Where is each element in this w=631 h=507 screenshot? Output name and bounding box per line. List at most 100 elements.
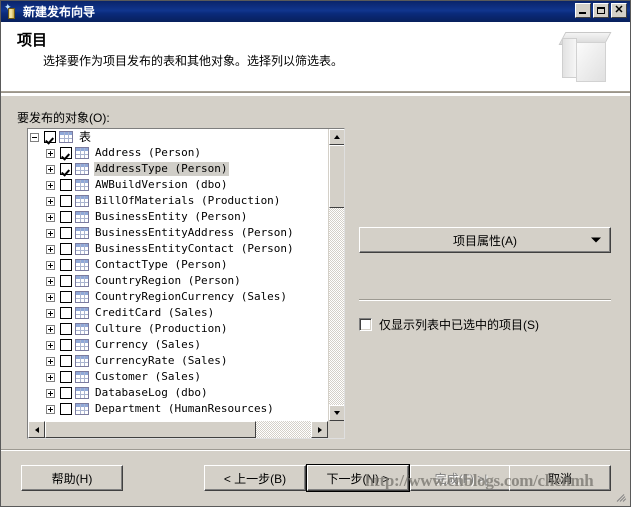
- tree-item[interactable]: Currency (Sales): [28, 337, 328, 353]
- tree-checkbox[interactable]: [60, 195, 72, 207]
- tree-item[interactable]: AddressType (Person): [28, 161, 328, 177]
- scroll-down-button[interactable]: [329, 405, 344, 421]
- scroll-up-button[interactable]: [329, 129, 344, 145]
- tree-checkbox[interactable]: [60, 243, 72, 255]
- objects-tree-panel[interactable]: 表 Address (Person) AddressType (Person) AW…: [27, 128, 345, 439]
- help-button[interactable]: 帮助(H): [21, 465, 123, 491]
- tree-item[interactable]: Address (Person): [28, 145, 328, 161]
- expander-icon[interactable]: [46, 164, 55, 174]
- resize-grip-icon[interactable]: [614, 490, 628, 504]
- minimize-button[interactable]: [575, 3, 591, 18]
- expander-icon[interactable]: [46, 196, 55, 206]
- scrollbar-corner: [328, 421, 344, 438]
- expander-icon[interactable]: [46, 228, 55, 238]
- horizontal-scroll-thumb[interactable]: [45, 421, 256, 438]
- expander-icon[interactable]: [46, 148, 55, 158]
- tree-item[interactable]: BusinessEntityAddress (Person): [28, 225, 328, 241]
- watermark-text: http://www.cnblogs.com/chenmh: [365, 471, 594, 490]
- scroll-right-button[interactable]: [311, 421, 328, 438]
- expander-icon[interactable]: [46, 404, 55, 414]
- vertical-scroll-thumb[interactable]: [329, 145, 344, 208]
- tree-item[interactable]: BusinessEntity (Person): [28, 209, 328, 225]
- tree-item-label: CurrencyRate (Sales): [95, 354, 228, 367]
- tree-item-label: CountryRegionCurrency (Sales): [95, 290, 288, 303]
- tree-checkbox[interactable]: [60, 339, 72, 351]
- back-label: < 上一步(B): [223, 471, 287, 486]
- help-label: 帮助(H): [51, 471, 93, 486]
- tree-item[interactable]: BillOfMaterials (Production): [28, 193, 328, 209]
- tree-checkbox[interactable]: [60, 275, 72, 287]
- table-icon: [75, 227, 89, 239]
- table-icon: [75, 307, 89, 319]
- table-icon: [75, 371, 89, 383]
- tree-root-tables[interactable]: 表: [28, 129, 328, 145]
- expander-icon[interactable]: [46, 308, 55, 318]
- tree-checkbox[interactable]: [44, 131, 56, 143]
- expander-icon[interactable]: [46, 388, 55, 398]
- tree-item-label: BillOfMaterials (Production): [95, 194, 281, 207]
- maximize-button[interactable]: [593, 3, 609, 18]
- table-icon: [75, 355, 89, 367]
- tree-root-label: 表: [79, 130, 92, 144]
- expander-icon[interactable]: [46, 324, 55, 334]
- tree-item[interactable]: AWBuildVersion (dbo): [28, 177, 328, 193]
- tree-item-label: Department (HumanResources): [95, 402, 274, 415]
- tree-checkbox[interactable]: [60, 307, 72, 319]
- tree-checkbox[interactable]: [60, 403, 72, 415]
- tree-item[interactable]: CurrencyRate (Sales): [28, 353, 328, 369]
- tree-item[interactable]: Culture (Production): [28, 321, 328, 337]
- tree-checkbox[interactable]: [60, 355, 72, 367]
- expander-icon[interactable]: [46, 244, 55, 254]
- tree-vertical-scrollbar[interactable]: [328, 129, 344, 421]
- table-icon: [75, 195, 89, 207]
- tree-item[interactable]: ContactType (Person): [28, 257, 328, 273]
- tree-checkbox[interactable]: [60, 179, 72, 191]
- tree-checkbox[interactable]: [60, 147, 72, 159]
- close-icon[interactable]: ✕: [611, 3, 627, 18]
- scroll-left-button[interactable]: [28, 421, 45, 438]
- tree-item-label: AWBuildVersion (dbo): [95, 178, 228, 191]
- objects-tree[interactable]: 表 Address (Person) AddressType (Person) AW…: [28, 129, 328, 421]
- table-icon: [75, 275, 89, 287]
- tree-item[interactable]: CreditCard (Sales): [28, 305, 328, 321]
- expander-icon[interactable]: [46, 260, 55, 270]
- tree-checkbox[interactable]: [60, 291, 72, 303]
- expander-icon[interactable]: [46, 276, 55, 286]
- tree-checkbox[interactable]: [60, 163, 72, 175]
- tree-checkbox[interactable]: [60, 211, 72, 223]
- title-bar[interactable]: ✦ 新建发布向导 ✕: [1, 1, 630, 22]
- expander-icon[interactable]: [46, 372, 55, 382]
- tree-checkbox[interactable]: [60, 371, 72, 383]
- expander-icon[interactable]: [46, 212, 55, 222]
- expander-icon[interactable]: [30, 132, 39, 142]
- tree-item[interactable]: Department (HumanResources): [28, 401, 328, 417]
- table-icon: [75, 243, 89, 255]
- table-icon: [75, 147, 89, 159]
- tree-horizontal-scrollbar[interactable]: [28, 421, 328, 438]
- expander-icon[interactable]: [46, 340, 55, 350]
- tree-checkbox[interactable]: [60, 323, 72, 335]
- tree-item-label: DatabaseLog (dbo): [95, 386, 208, 399]
- table-icon: [75, 291, 89, 303]
- tree-item-label: CreditCard (Sales): [95, 306, 215, 319]
- article-properties-button[interactable]: 项目属性(A): [359, 227, 611, 253]
- table-icon: [75, 403, 89, 415]
- new-publication-wizard-window: ✦ 新建发布向导 ✕ 项目 选择要作为项目发布的表和其他对象。选择列以筛选表。 …: [0, 0, 631, 507]
- expander-icon[interactable]: [46, 292, 55, 302]
- back-button[interactable]: < 上一步(B): [204, 465, 306, 491]
- show-only-checked-checkbox[interactable]: [359, 318, 372, 331]
- tree-item[interactable]: CountryRegion (Person): [28, 273, 328, 289]
- expander-icon[interactable]: [46, 356, 55, 366]
- tree-checkbox[interactable]: [60, 259, 72, 271]
- chevron-down-icon[interactable]: [591, 237, 601, 243]
- tree-checkbox[interactable]: [60, 387, 72, 399]
- table-icon: [75, 387, 89, 399]
- show-only-checked-row[interactable]: 仅显示列表中已选中的项目(S): [359, 316, 539, 333]
- tree-item-label: Address (Person): [95, 146, 201, 159]
- tree-item[interactable]: BusinessEntityContact (Person): [28, 241, 328, 257]
- expander-icon[interactable]: [46, 180, 55, 190]
- tree-item[interactable]: CountryRegionCurrency (Sales): [28, 289, 328, 305]
- tree-item[interactable]: DatabaseLog (dbo): [28, 385, 328, 401]
- tree-checkbox[interactable]: [60, 227, 72, 239]
- tree-item[interactable]: Customer (Sales): [28, 369, 328, 385]
